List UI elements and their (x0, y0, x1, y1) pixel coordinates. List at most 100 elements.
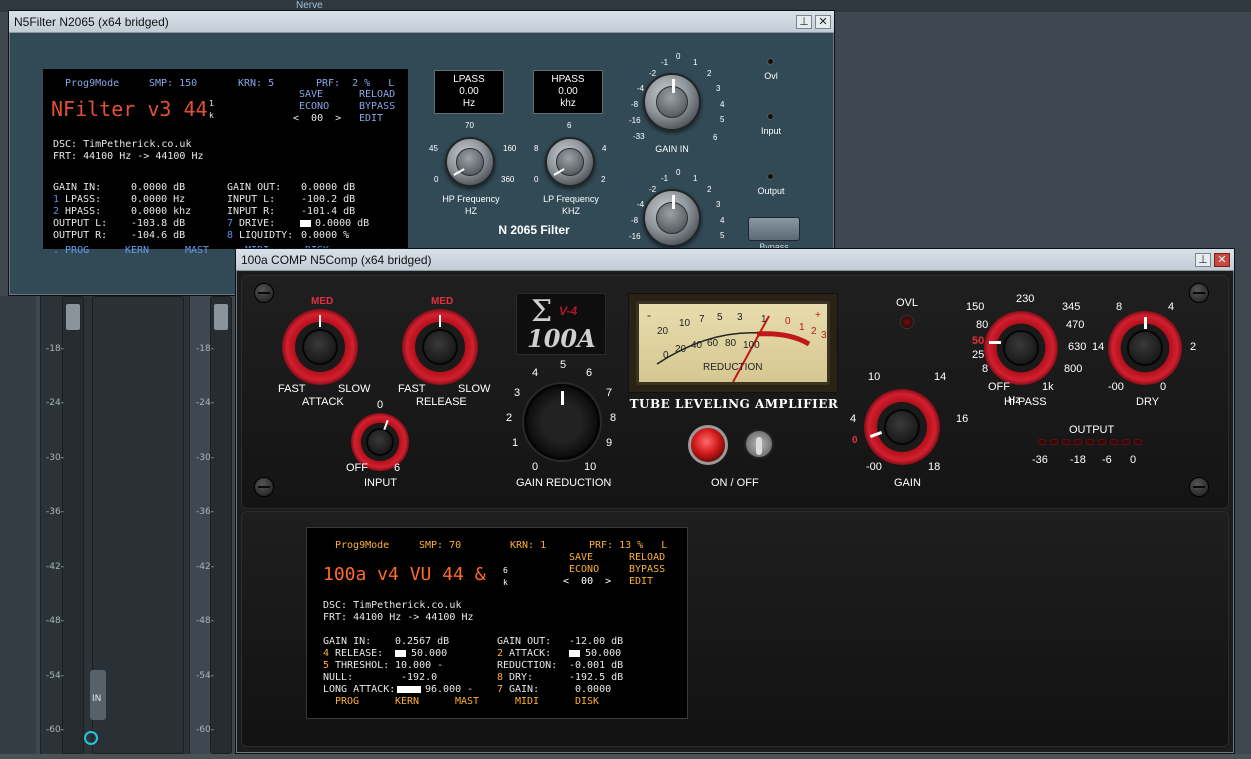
lcd-param-value: 50.000 (411, 648, 448, 659)
lcd-footer-midi[interactable]: MIDI (515, 696, 539, 707)
lcd-param-label[interactable]: ATTACK: (509, 648, 551, 659)
lcd-param-label[interactable]: GAIN: (509, 684, 539, 695)
hi-pass-knob[interactable] (984, 311, 1058, 385)
close-icon[interactable]: ✕ (1214, 253, 1230, 267)
hi-pass-tick: 470 (1066, 319, 1085, 331)
output-label: Output (757, 186, 785, 196)
lcd-econo[interactable]: ECONO (569, 564, 599, 575)
lcd-footer-mast[interactable]: MAST (185, 245, 209, 256)
lcd-edit[interactable]: EDIT (629, 576, 653, 587)
lcd-param-number: 8 (497, 672, 504, 683)
hp-frequency-knob[interactable] (445, 137, 495, 187)
lcd-param-label[interactable]: OUTPUT R: (53, 230, 107, 241)
lcd-param-label[interactable]: GAIN OUT: (227, 182, 281, 193)
gain-tick: 0 (852, 435, 858, 446)
output-led (1098, 439, 1106, 445)
lcd-title-sub: k (209, 111, 214, 120)
hp-tick: 160 (503, 144, 517, 153)
lcd-footer-kern[interactable]: KERN (125, 245, 149, 256)
close-icon[interactable]: ✕ (815, 15, 831, 29)
lcd-param-label[interactable]: DRIVE: (239, 218, 275, 229)
lcd-param-label[interactable]: GAIN OUT: (497, 636, 551, 647)
lcd-param-label[interactable]: OUTPUT L: (53, 218, 107, 229)
gain-reduction-knob[interactable] (524, 384, 600, 460)
power-toggle-switch[interactable] (744, 429, 774, 459)
logo-model: 100A (527, 324, 596, 353)
gain-in-knob[interactable] (643, 73, 701, 131)
bypass-button[interactable]: Bypass (748, 217, 800, 252)
comp-titlebar[interactable]: 100a COMP N5Comp (x64 bridged) (236, 249, 1234, 271)
lcd-footer-disk[interactable]: DISK (575, 696, 599, 707)
hi-pass-tick: 630 (1068, 341, 1087, 353)
db-scale-label: -30- (196, 453, 214, 463)
gain-out-knob[interactable] (643, 189, 701, 247)
lcd-param-value: 50.000 (585, 648, 622, 659)
lcd-footer-prog[interactable]: . PROG (53, 245, 89, 256)
nfilter-titlebar[interactable]: N5Filter N2065 (x64 bridged) (9, 11, 834, 33)
lcd-reload[interactable]: RELOAD (359, 89, 395, 100)
lcd-frt: FRT: 44100 Hz -> 44100 Hz (53, 151, 204, 162)
lcd-reload[interactable]: RELOAD (629, 552, 665, 563)
lcd-param-label[interactable]: RELEASE: (335, 648, 383, 659)
lcd-param-label[interactable]: THRESHOL: (335, 660, 389, 671)
attack-knob[interactable] (282, 309, 358, 385)
lcd-param-label[interactable]: GAIN IN: (53, 182, 101, 193)
lp-frequency-knob[interactable] (545, 137, 595, 187)
hp-tick: 70 (465, 121, 474, 130)
gain-in-label: GAIN IN (655, 144, 689, 154)
lcd-prog-mode[interactable]: Prog9Mode (335, 540, 389, 551)
input-label: Input (760, 126, 782, 136)
lcd-param-value: -12.00 dB (569, 636, 624, 647)
fader-handle[interactable] (66, 304, 80, 330)
lcd-param-label[interactable]: LPASS: (65, 194, 101, 205)
in-button[interactable]: IN (90, 670, 106, 720)
lcd-param-label[interactable]: NULL: (323, 672, 353, 683)
lcd-param-label[interactable]: LONG ATTACK: (323, 684, 395, 695)
lcd-footer-prog[interactable]: PROG (335, 696, 359, 707)
lcd-preset-nav[interactable]: < 00 > (563, 576, 611, 587)
lcd-param-label[interactable]: HPASS: (65, 206, 101, 217)
lcd-save[interactable]: SAVE (569, 552, 593, 563)
lcd-edit[interactable]: EDIT (359, 113, 383, 124)
lcd-footer-kern[interactable]: KERN (395, 696, 419, 707)
lcd-preset-nav[interactable]: < 00 > (293, 113, 341, 124)
gain-knob[interactable] (864, 389, 940, 465)
toggle-lever (756, 437, 762, 455)
lcd-param-label[interactable]: GAIN IN: (323, 636, 371, 647)
dry-tick: 4 (1168, 301, 1175, 313)
output-led (1122, 439, 1130, 445)
lcd-prog-mode[interactable]: Prog9Mode (65, 78, 119, 89)
db-scale-label: -24- (46, 398, 64, 408)
pin-icon[interactable]: ⊥ (796, 15, 812, 29)
fader-handle-2[interactable] (214, 304, 228, 330)
lcd-econo[interactable]: ECONO (299, 101, 329, 112)
output-label: OUTPUT (1069, 424, 1115, 436)
lcd-param-label[interactable]: LIQUIDTY: (239, 230, 293, 241)
lcd-param-label[interactable]: DRY: (509, 672, 533, 683)
db-scale-label: -36- (196, 507, 214, 517)
lcd-footer-mast[interactable]: MAST (455, 696, 479, 707)
vu-minus: - (647, 308, 651, 322)
screw-icon (1189, 477, 1209, 497)
lcd-bypass[interactable]: BYPASS (629, 564, 665, 575)
lcd-title: 100a v4 VU 44 & (323, 564, 486, 585)
output-led (1062, 439, 1070, 445)
output-led (1074, 439, 1082, 445)
lcd-bypass[interactable]: BYPASS (359, 101, 395, 112)
release-knob[interactable] (402, 309, 478, 385)
gain-reduction-tick: 9 (606, 437, 613, 449)
lcd-save[interactable]: SAVE (299, 89, 323, 100)
dry-knob[interactable] (1108, 311, 1182, 385)
pin-icon[interactable]: ⊥ (1195, 253, 1211, 267)
gain-out-tick: 2 (707, 185, 712, 194)
gain-in-tick: 2 (707, 69, 712, 78)
gain-out-tick: -16 (629, 232, 641, 241)
vu-scale-top: 7 (699, 314, 705, 325)
lcd-param-label[interactable]: INPUT L: (227, 194, 275, 205)
power-lamp[interactable] (688, 425, 728, 465)
lp-knob-label: LP Frequency (543, 194, 599, 204)
gain-reduction-tick: 6 (586, 367, 593, 379)
monitor-icon[interactable] (84, 731, 98, 745)
lcd-param-label[interactable]: REDUCTION: (497, 660, 557, 671)
lcd-param-label[interactable]: INPUT R: (227, 206, 275, 217)
